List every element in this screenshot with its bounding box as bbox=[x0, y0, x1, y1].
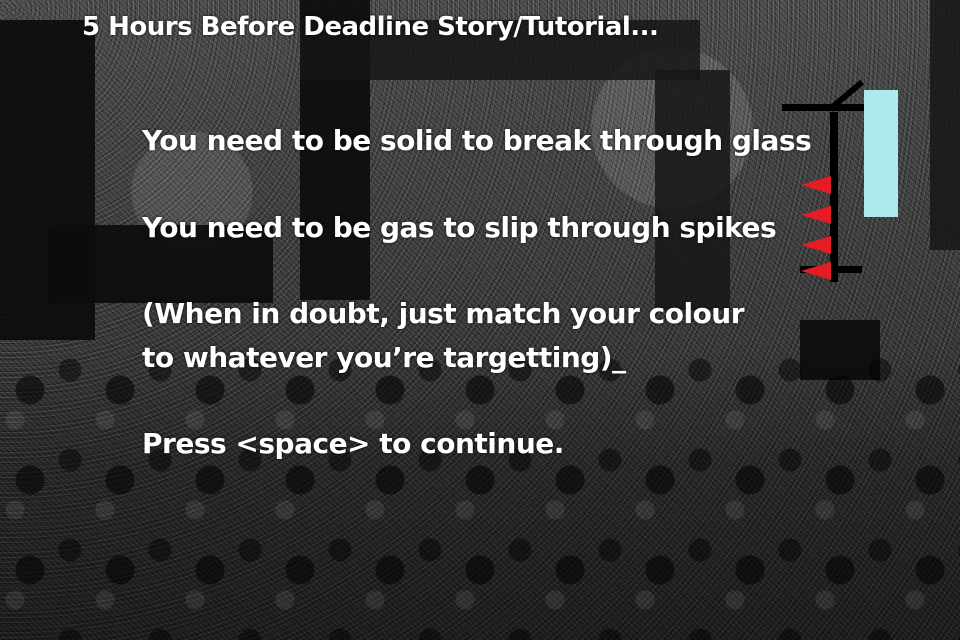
instruction-hint-2: to whatever you’re targetting)_ bbox=[142, 341, 626, 374]
instruction-hint-1: (When in doubt, just match your colour bbox=[142, 297, 745, 330]
instruction-solid: You need to be solid to break through gl… bbox=[142, 124, 812, 157]
spike-4 bbox=[801, 262, 831, 280]
frame-top-bar bbox=[782, 104, 866, 111]
spike-3 bbox=[801, 236, 831, 254]
background-wall-far-right bbox=[930, 0, 960, 250]
continue-prompt: Press <space> to continue. bbox=[142, 427, 564, 460]
background-wall-box bbox=[655, 70, 730, 310]
story-title: 5 Hours Before Deadline Story/Tutorial..… bbox=[82, 12, 659, 42]
spike-2 bbox=[801, 206, 831, 224]
frame-pillar bbox=[830, 112, 838, 282]
glass-pane bbox=[864, 90, 898, 217]
spike-1 bbox=[801, 176, 831, 194]
rubble-floor bbox=[0, 350, 960, 640]
instruction-gas: You need to be gas to slip through spike… bbox=[142, 211, 777, 244]
game-screen[interactable]: 5 Hours Before Deadline Story/Tutorial..… bbox=[0, 0, 960, 640]
